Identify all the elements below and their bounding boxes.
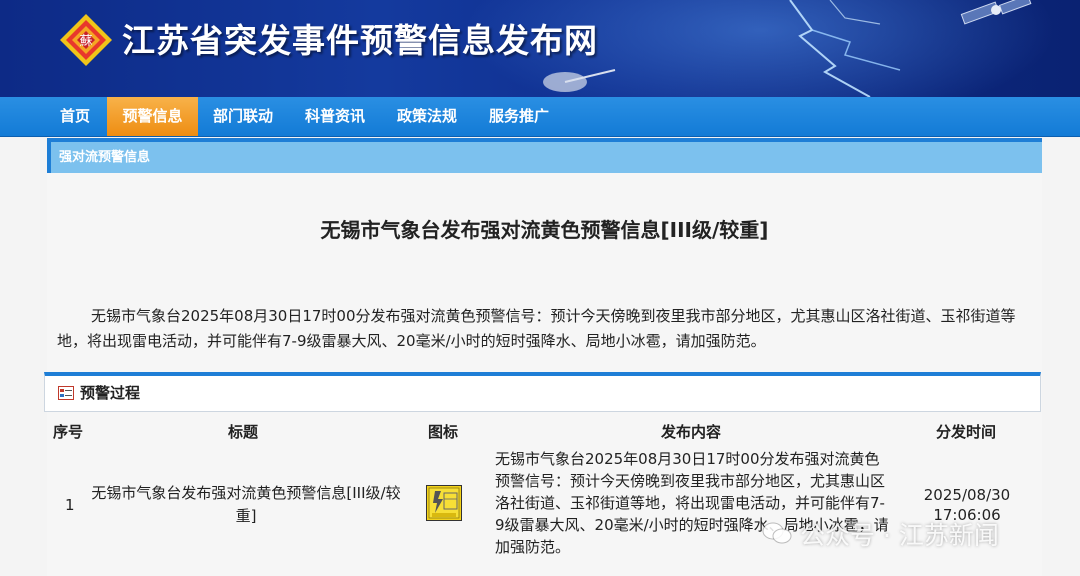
nav-item-science[interactable]: 科普资讯 [292,97,378,136]
nav-item-service[interactable]: 服务推广 [476,97,562,136]
row-title[interactable]: 无锡市气象台发布强对流黄色预警信息[III级/较重] [91,482,401,528]
content-panel: 强对流预警信息 无锡市气象台发布强对流黄色预警信息[III级/较重] 无锡市气象… [44,138,1042,576]
site-logo[interactable]: 蘇 [58,12,114,68]
row-index: 1 [65,496,75,514]
article-title: 无锡市气象台发布强对流黄色预警信息[III级/较重] [320,218,769,242]
nav-item-home[interactable]: 首页 [47,97,103,136]
watermark-text: 公众号 · 江苏新闻 [800,521,999,550]
yellow-thunderstorm-warning-icon [426,485,462,521]
nav-item-policy[interactable]: 政策法规 [384,97,470,136]
col-header-icon: 图标 [428,423,459,441]
article-body: 无锡市气象台2025年08月30日17时00分发布强对流黄色预警信号：预计今天傍… [57,307,1016,350]
process-header: 预警过程 [44,372,1041,412]
nav-item-department[interactable]: 部门联动 [200,97,286,136]
list-icon [58,386,74,400]
section-title: 强对流预警信息 [59,150,151,165]
site-header: 蘇 江苏省突发事件预警信息发布网 [0,0,1080,97]
col-header-index: 序号 [53,423,84,441]
section-header: 强对流预警信息 [47,142,1042,173]
nav-item-warning-info[interactable]: 预警信息 [107,97,198,136]
col-header-title: 标题 [228,423,259,441]
wechat-icon [762,522,792,544]
site-title[interactable]: 江苏省突发事件预警信息发布网 [122,14,598,62]
col-header-content: 发布内容 [661,423,722,441]
logo-text: 蘇 [79,34,92,49]
col-header-time: 分发时间 [936,423,997,441]
process-title: 预警过程 [80,384,141,402]
main-nav: 首页 预警信息 部门联动 科普资讯 政策法规 服务推广 [0,97,1080,137]
logo-diamond-icon: 蘇 [60,14,112,66]
